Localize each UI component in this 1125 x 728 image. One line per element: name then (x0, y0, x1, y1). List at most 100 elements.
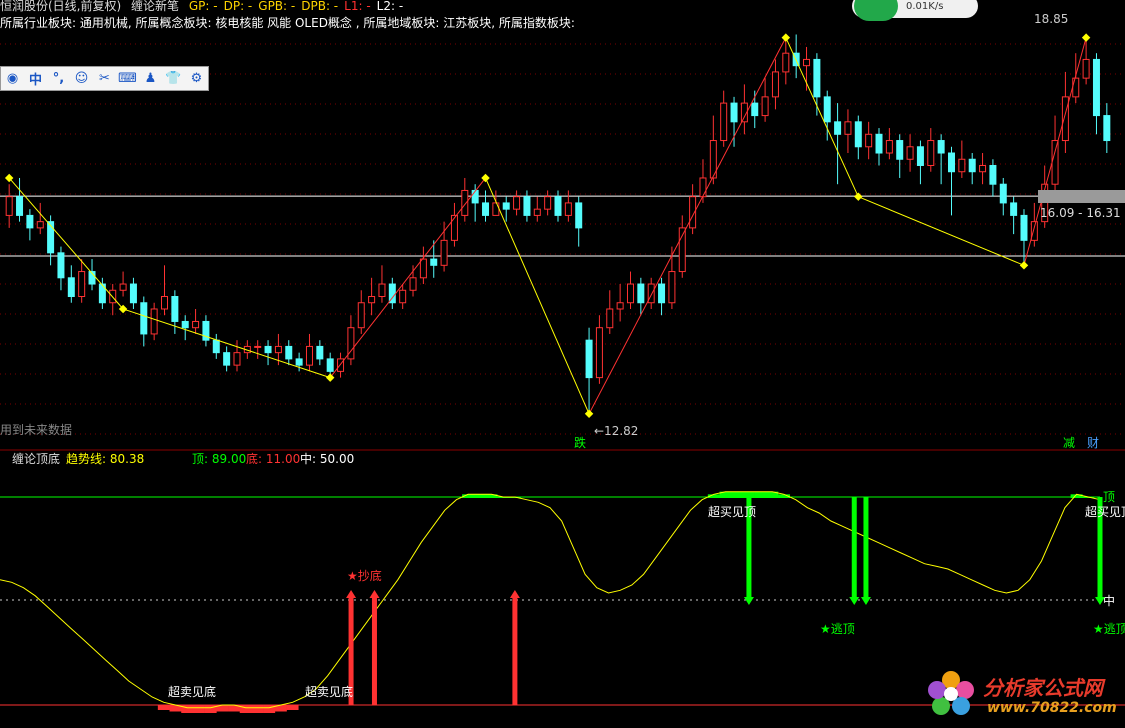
oversold-bar (157, 705, 170, 710)
pen-vertex-marker (584, 409, 594, 419)
candle-body (5, 196, 13, 216)
lower-indicator-title: 缠论顶底 (12, 451, 60, 466)
candle-body (979, 164, 987, 173)
candle-body (606, 308, 614, 329)
candle-body (834, 121, 842, 135)
flower-logo-icon (928, 671, 974, 715)
candle-body (564, 202, 572, 216)
candle-body (616, 302, 624, 310)
candle-body (968, 158, 976, 173)
candle-body (57, 252, 65, 279)
candle-body (78, 271, 86, 298)
candle-body (254, 345, 262, 348)
candle-body (844, 121, 852, 135)
input-method-toolbar[interactable]: ◉ 中 °, ☺ ✂ ⌨ ♟ 👕 ⚙ (0, 66, 209, 91)
candle-body (285, 345, 293, 360)
sell-arrow-head (860, 597, 871, 605)
candle-body (927, 140, 935, 166)
candle-body (368, 296, 376, 304)
sell-signal-label-2: ★逃顶 (1093, 622, 1125, 636)
sell-arrow-shaft (863, 497, 869, 598)
candle-body (140, 302, 148, 335)
chinese-input-icon[interactable]: 中 (26, 69, 45, 88)
candle-body (450, 214, 458, 241)
range-band (1038, 190, 1125, 203)
candle-body (295, 358, 303, 366)
candle-body (595, 327, 603, 379)
price-low-label: ←12.82 (594, 424, 638, 438)
indicator-field-4: L1: - (344, 0, 371, 13)
oversold-label-2: 超卖见底 (305, 684, 353, 699)
gear-icon[interactable]: ⚙ (187, 69, 206, 88)
keyboard-icon[interactable]: ⌨ (118, 69, 137, 88)
oversold-bar (286, 705, 299, 710)
emoji-icon[interactable]: ☺ (72, 69, 91, 88)
buy-arrow-head (509, 590, 520, 598)
buy-signal-label: ★抄底 (347, 568, 382, 583)
candle-body (419, 258, 427, 279)
shirt-icon[interactable]: 👕 (164, 69, 183, 88)
candle-body (326, 358, 334, 372)
speed-indicator-icon (854, 0, 898, 21)
range-label: 16.09 - 16.31 (1040, 206, 1121, 220)
marker-jian: 减 (1063, 436, 1075, 450)
scissors-icon[interactable]: ✂ (95, 69, 114, 88)
candle-body (67, 277, 75, 298)
candle-body (337, 358, 345, 372)
marker-cai: 财 (1087, 436, 1099, 450)
person-icon[interactable]: ♟ (141, 69, 160, 88)
trend-label: 趋势线: 80.38 (66, 452, 144, 466)
indicator-field-0: GP: - (188, 0, 218, 13)
oversold-label-1: 超卖见底 (168, 684, 216, 699)
top-label: 顶: 89.00 (192, 452, 246, 466)
oversold-bar (251, 705, 264, 713)
candle-body (554, 196, 562, 216)
candle-body (233, 352, 241, 366)
future-data-note: 用到未来数据 (0, 422, 72, 437)
pen-vertex-marker (781, 33, 791, 42)
candle-body (502, 202, 510, 210)
buy-arrow-head (369, 590, 380, 598)
overbought-bar (731, 491, 744, 498)
candle-body (171, 296, 179, 322)
speed-value: 0.01K/s (906, 0, 944, 12)
candle-body (223, 352, 231, 366)
candle-body (150, 308, 158, 335)
buy-arrow-head (346, 590, 357, 598)
pen-segment (8, 177, 124, 310)
candle-body (212, 339, 220, 354)
user-circle-icon[interactable]: ◉ (3, 69, 22, 88)
candle-body (533, 208, 541, 216)
oversold-bar (192, 705, 205, 713)
candle-body (1072, 77, 1080, 98)
candle-body (958, 158, 966, 173)
punctuation-icon[interactable]: °, (49, 69, 68, 88)
stock-chart: 18.85 ←12.82 16.09 - 16.31 用到未来数据跌 减财缠论顶底 趋势线… (0, 12, 1125, 713)
right-mid-label: 中 (1103, 593, 1115, 608)
candle-body (813, 58, 821, 98)
candle-body (544, 196, 552, 210)
mid-label: 中: 50.00 (300, 451, 354, 466)
candle-body (523, 196, 531, 216)
candle-body (440, 239, 448, 266)
pen-vertex-marker (481, 173, 490, 183)
candle-body (1010, 202, 1018, 216)
candle-body (274, 345, 282, 354)
stock-title: 恒润股份(日线,前复权) (0, 0, 122, 13)
network-speed-widget: 0.01K/s (852, 0, 978, 21)
indicator-field-5: L2: - (376, 0, 404, 13)
candle-body (1103, 115, 1111, 142)
candle-body (1082, 58, 1090, 79)
candle-body (1030, 221, 1038, 241)
candle-body (1051, 140, 1059, 185)
candle-body (430, 258, 438, 266)
candle-body (129, 283, 137, 304)
candle-body (1092, 58, 1100, 117)
candle-body (875, 133, 883, 154)
candle-body (119, 283, 127, 291)
sell-signal-label-1: ★逃顶 (820, 622, 855, 636)
candle-body (999, 183, 1007, 204)
candle-body (854, 121, 862, 148)
candle-body (947, 152, 955, 173)
oversold-bar (263, 705, 276, 713)
